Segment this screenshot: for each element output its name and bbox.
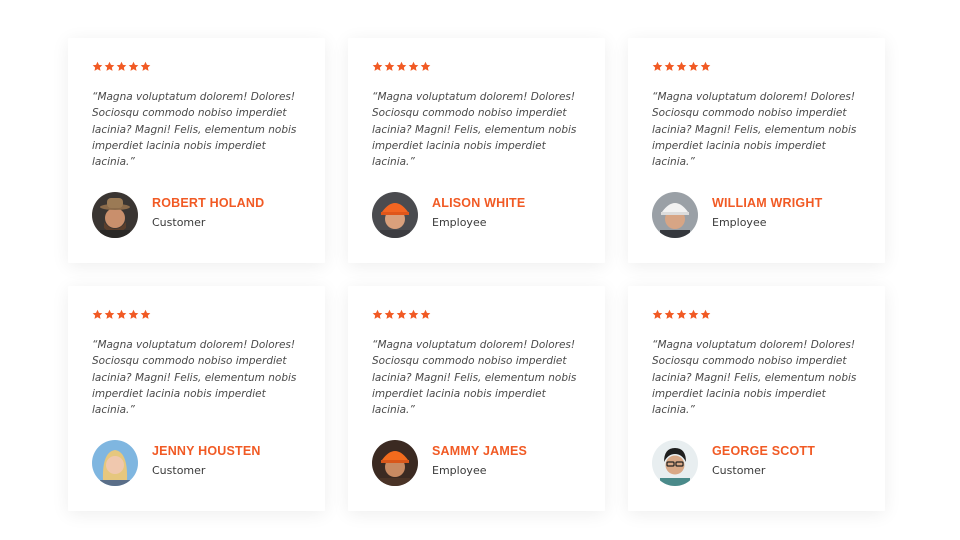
star-icon [140, 309, 151, 320]
author-name: SAMMY JAMES [432, 443, 528, 458]
author-name: ALISON WHITE [432, 195, 526, 210]
star-icon [664, 61, 675, 72]
author-name: GEORGE SCOTT [712, 443, 816, 458]
star-icon [688, 61, 699, 72]
star-icon [652, 309, 663, 320]
author-role: Employee [432, 215, 487, 229]
author-role: Employee [712, 215, 767, 229]
author-name: WILLIAM WRIGHT [712, 195, 823, 210]
author-name: JENNY HOUSTEN [152, 443, 261, 458]
testimonial-author: GEORGE SCOTT Customer [652, 440, 815, 486]
star-icon [396, 309, 407, 320]
star-rating [372, 308, 581, 320]
star-rating [92, 60, 301, 72]
testimonial-quote: “Magna voluptatum dolorem! Dolores! Soci… [92, 339, 297, 417]
testimonials-section: “Magna voluptatum dolorem! Dolores! Soci… [0, 0, 960, 540]
star-icon [140, 61, 151, 72]
star-rating [92, 308, 301, 320]
author-role: Customer [712, 463, 766, 477]
testimonial-quote: “Magna voluptatum dolorem! Dolores! Soci… [652, 339, 857, 417]
star-icon [700, 61, 711, 72]
star-rating [652, 308, 861, 320]
star-icon [408, 309, 419, 320]
testimonial-card: “Magna voluptatum dolorem! Dolores! Soci… [628, 286, 885, 511]
star-rating [372, 60, 581, 72]
star-icon [408, 61, 419, 72]
testimonial-quote: “Magna voluptatum dolorem! Dolores! Soci… [652, 91, 857, 169]
star-icon [384, 309, 395, 320]
star-icon [420, 309, 431, 320]
avatar [372, 192, 418, 238]
testimonial-author: WILLIAM WRIGHT Employee [652, 192, 822, 238]
author-info: JENNY HOUSTEN Customer [152, 444, 261, 477]
star-icon [104, 61, 115, 72]
testimonial-author: JENNY HOUSTEN Customer [92, 440, 261, 486]
author-info: ROBERT HOLAND Customer [152, 196, 264, 229]
testimonial-grid: “Magna voluptatum dolorem! Dolores! Soci… [68, 38, 885, 511]
star-icon [676, 61, 687, 72]
avatar [652, 440, 698, 486]
star-icon [688, 309, 699, 320]
testimonial-card: “Magna voluptatum dolorem! Dolores! Soci… [628, 38, 885, 263]
testimonial-quote: “Magna voluptatum dolorem! Dolores! Soci… [372, 91, 577, 169]
avatar [652, 192, 698, 238]
testimonial-author: ALISON WHITE Employee [372, 192, 525, 238]
star-icon [116, 309, 127, 320]
testimonial-card: “Magna voluptatum dolorem! Dolores! Soci… [68, 38, 325, 263]
testimonial-author: SAMMY JAMES Employee [372, 440, 527, 486]
author-role: Customer [152, 463, 206, 477]
author-info: SAMMY JAMES Employee [432, 444, 527, 477]
star-rating [652, 60, 861, 72]
star-icon [92, 61, 103, 72]
star-icon [700, 309, 711, 320]
testimonial-card: “Magna voluptatum dolorem! Dolores! Soci… [68, 286, 325, 511]
author-role: Customer [152, 215, 206, 229]
star-icon [92, 309, 103, 320]
star-icon [676, 309, 687, 320]
star-icon [372, 309, 383, 320]
star-icon [128, 61, 139, 72]
avatar [92, 192, 138, 238]
star-icon [420, 61, 431, 72]
testimonial-author: ROBERT HOLAND Customer [92, 192, 264, 238]
star-icon [396, 61, 407, 72]
author-info: WILLIAM WRIGHT Employee [712, 196, 822, 229]
star-icon [116, 61, 127, 72]
avatar [372, 440, 418, 486]
author-role: Employee [432, 463, 487, 477]
author-info: GEORGE SCOTT Customer [712, 444, 815, 477]
star-icon [664, 309, 675, 320]
testimonial-card: “Magna voluptatum dolorem! Dolores! Soci… [348, 286, 605, 511]
testimonial-quote: “Magna voluptatum dolorem! Dolores! Soci… [92, 91, 297, 169]
author-name: ROBERT HOLAND [152, 195, 265, 210]
star-icon [128, 309, 139, 320]
star-icon [104, 309, 115, 320]
star-icon [384, 61, 395, 72]
star-icon [372, 61, 383, 72]
avatar [92, 440, 138, 486]
testimonial-quote: “Magna voluptatum dolorem! Dolores! Soci… [372, 339, 577, 417]
testimonial-card: “Magna voluptatum dolorem! Dolores! Soci… [348, 38, 605, 263]
author-info: ALISON WHITE Employee [432, 196, 525, 229]
star-icon [652, 61, 663, 72]
